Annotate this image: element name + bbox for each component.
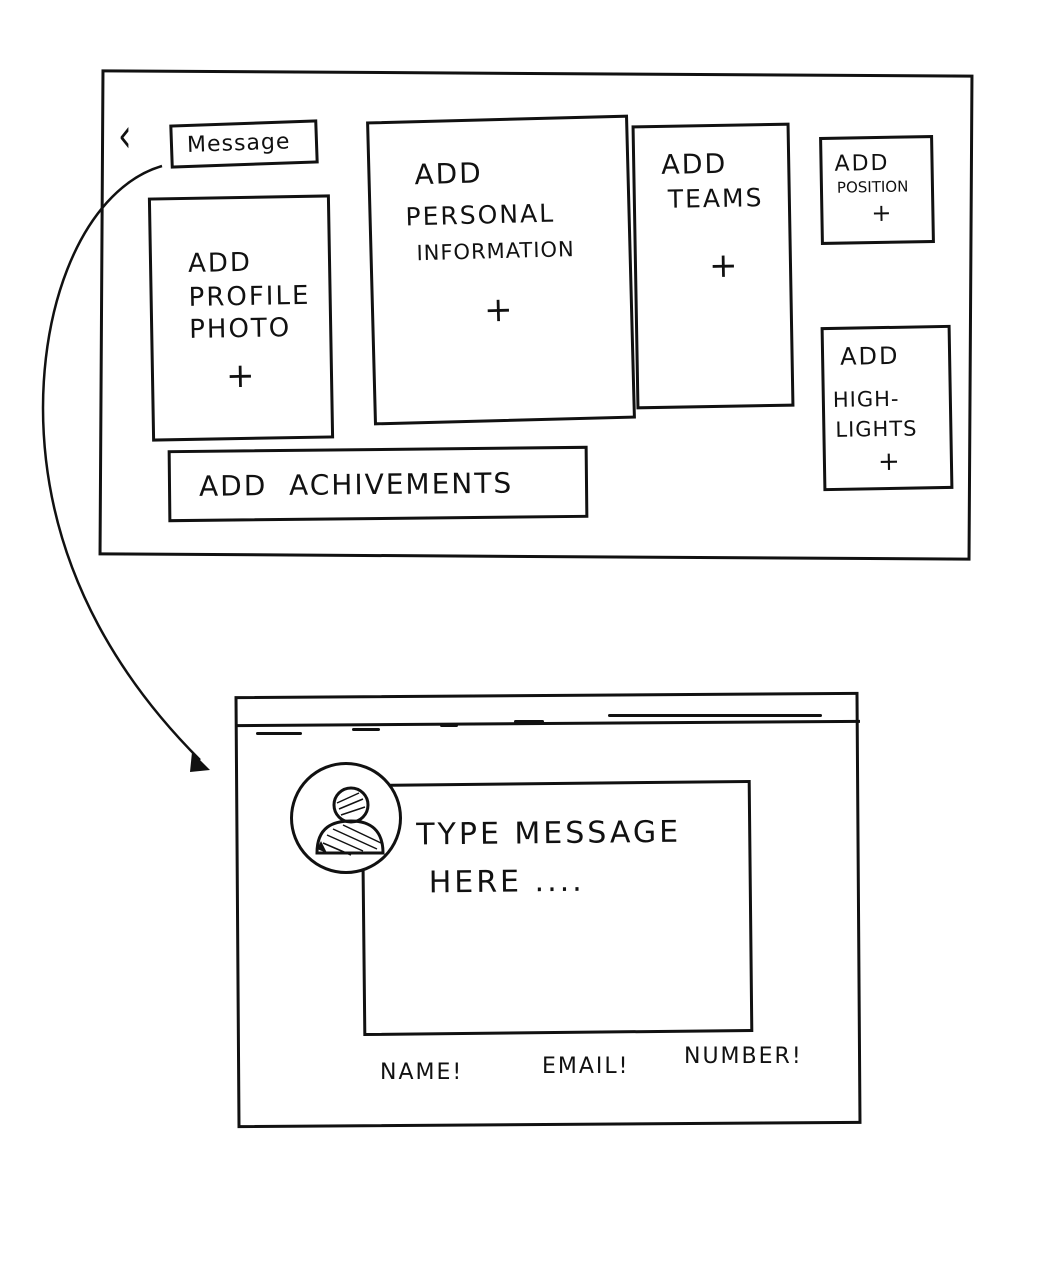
plus-icon[interactable]: + <box>226 356 255 396</box>
message-placeholder-line: HERE .... <box>428 863 585 901</box>
add-teams-card[interactable]: ADD TEAMS + <box>631 122 795 410</box>
card-title-line: PHOTO <box>188 313 292 345</box>
card-title-line: ADD <box>660 148 728 181</box>
add-achievements-card[interactable]: ADD ACHIVEMENTS <box>167 445 589 523</box>
title-bar-tab-mark <box>440 724 458 727</box>
email-field[interactable]: EMAIL! <box>542 1054 630 1079</box>
add-personal-information-card[interactable]: ADD PERSONAL INFORMATION + <box>366 114 636 426</box>
back-arrow-icon[interactable]: ‹ <box>118 108 132 164</box>
user-icon <box>315 786 385 856</box>
card-title-line: INFORMATION <box>416 237 576 266</box>
plus-icon[interactable]: + <box>878 447 900 477</box>
name-field[interactable]: NAME! <box>380 1060 463 1085</box>
title-bar-tab-mark <box>256 732 302 735</box>
number-field[interactable]: NUMBER! <box>684 1044 803 1069</box>
card-title-line: HIGH- <box>832 386 900 412</box>
card-title-line: ADD <box>834 150 890 177</box>
plus-icon[interactable]: + <box>709 246 738 286</box>
title-bar-tab-mark <box>352 728 380 731</box>
card-title-line: ADD <box>839 341 900 371</box>
message-button-label: Message <box>186 129 291 158</box>
plus-icon[interactable]: + <box>871 199 892 227</box>
card-title-line: ADD <box>414 156 484 192</box>
title-bar-tab-mark <box>514 720 544 723</box>
avatar <box>290 762 402 874</box>
card-title-line: PROFILE <box>188 280 311 313</box>
add-highlights-card[interactable]: ADD HIGH- LIGHTS + <box>820 324 954 492</box>
card-title-line: ADD <box>187 247 253 279</box>
card-title-line: TEAMS <box>667 183 764 214</box>
message-button[interactable]: Message <box>169 119 319 169</box>
card-title-line: PERSONAL <box>405 198 556 232</box>
title-bar-tab-mark <box>608 714 822 717</box>
card-title: ADD ACHIVEMENTS <box>198 466 514 503</box>
card-title-line: POSITION <box>836 177 909 197</box>
message-textarea[interactable]: TYPE MESSAGE HERE .... <box>360 779 754 1037</box>
add-position-card[interactable]: ADD POSITION + <box>819 135 935 245</box>
card-title-line: LIGHTS <box>835 416 918 442</box>
add-profile-photo-card[interactable]: ADD PROFILE PHOTO + <box>147 194 335 442</box>
plus-icon[interactable]: + <box>484 290 514 331</box>
message-placeholder-line: TYPE MESSAGE <box>416 814 682 853</box>
